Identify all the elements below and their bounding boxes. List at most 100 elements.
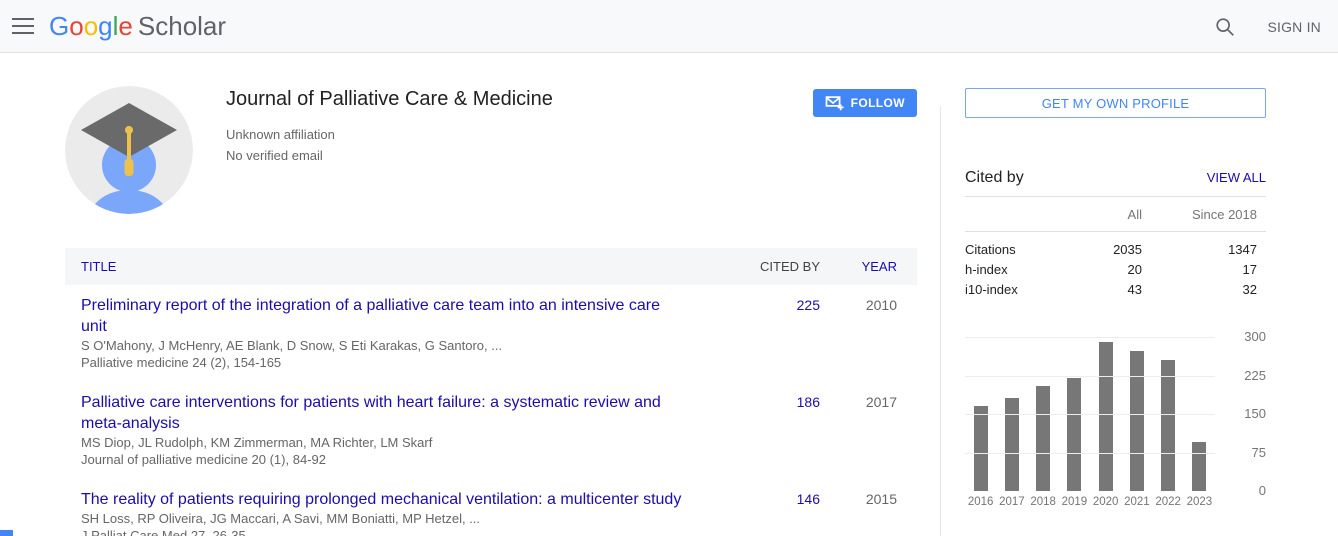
publication-year: 2017: [820, 392, 917, 468]
logo-letter: G: [49, 11, 69, 41]
metric-value-all: 43: [1082, 280, 1142, 300]
avatar[interactable]: [65, 86, 193, 214]
sidebar: GET MY OWN PROFILE Cited by VIEW ALL All…: [965, 86, 1266, 536]
chart-x-tick-label: 2016: [965, 496, 996, 508]
cited-by-count-link[interactable]: 146: [797, 491, 820, 507]
column-header-since-2018: Since 2018: [1142, 207, 1266, 222]
logo-letter: o: [84, 11, 98, 41]
publication-main: Preliminary report of the integration of…: [65, 295, 710, 371]
chart-y-tick-label: 150: [1221, 406, 1266, 422]
publication-year: 2010: [820, 295, 917, 371]
vertical-divider: [940, 106, 941, 536]
column-header-year[interactable]: YEAR: [820, 259, 917, 274]
chart-y-tick-label: 300: [1221, 329, 1266, 345]
cited-by-table-body: Citations20351347h-index2017i10-index433…: [965, 232, 1266, 300]
publication-title-link[interactable]: Preliminary report of the integration of…: [81, 295, 690, 337]
chart-y-tick-label: 0: [1221, 483, 1266, 499]
profile-email-status: No verified email: [226, 145, 813, 166]
follow-button-label: FOLLOW: [851, 96, 905, 110]
google-logo-google: Google: [49, 11, 133, 41]
column-header-title[interactable]: TITLE: [65, 259, 710, 274]
cited-by-count-link[interactable]: 186: [797, 394, 820, 410]
chart-x-tick-label: 2023: [1184, 496, 1215, 508]
logo-letter: g: [98, 11, 112, 41]
publication-authors: MS Diop, JL Rudolph, KM Zimmerman, MA Ri…: [81, 434, 690, 451]
chart-bar-2018[interactable]: [1036, 386, 1050, 491]
metric-label: h-index: [965, 260, 1082, 280]
page-content: Journal of Palliative Care & Medicine Un…: [0, 53, 1338, 536]
profile-header: Journal of Palliative Care & Medicine Un…: [65, 86, 917, 214]
profile-name: Journal of Palliative Care & Medicine: [226, 88, 813, 111]
chart-y-tick-label: 75: [1221, 445, 1266, 461]
chart-y-tick-label: 225: [1221, 368, 1266, 384]
menu-icon[interactable]: [1, 4, 45, 48]
publication-cited-by-cell: 186: [710, 392, 820, 468]
chart-x-tick-label: 2022: [1153, 496, 1184, 508]
publication-authors: S O'Mahony, J McHenry, AE Blank, D Snow,…: [81, 337, 690, 354]
chart-x-tick-label: 2019: [1059, 496, 1090, 508]
profile-column: Journal of Palliative Care & Medicine Un…: [65, 86, 917, 536]
metric-value-since: 17: [1142, 260, 1266, 280]
citations-chart-x-labels: 20162017201820192020202120222023: [965, 496, 1215, 508]
chart-gridline: [965, 376, 1215, 377]
metric-value-all: 2035: [1082, 240, 1142, 260]
metric-label: i10-index: [965, 280, 1082, 300]
chart-x-tick-label: 2020: [1090, 496, 1121, 508]
top-bar: GoogleScholar SIGN IN: [0, 0, 1338, 53]
publication-main: The reality of patients requiring prolon…: [65, 489, 710, 536]
follow-button[interactable]: FOLLOW: [813, 89, 917, 117]
publication-venue: Palliative medicine 24 (2), 154-165: [81, 354, 690, 371]
cited-by-metric-row: i10-index4332: [965, 280, 1266, 300]
publications-list: Preliminary report of the integration of…: [65, 285, 917, 536]
metric-value-since: 32: [1142, 280, 1266, 300]
publications-table-header: TITLE CITED BY YEAR: [65, 248, 917, 285]
cited-by-count-link[interactable]: 225: [797, 297, 820, 313]
chart-x-tick-label: 2017: [996, 496, 1027, 508]
cited-by-metric-row: h-index2017: [965, 260, 1266, 280]
chart-bar-2017[interactable]: [1005, 398, 1019, 491]
follow-envelope-plus-icon: [825, 95, 844, 111]
publication-main: Palliative care interventions for patien…: [65, 392, 710, 468]
scholar-avatar-icon: [65, 86, 193, 214]
column-header-all: All: [1082, 207, 1142, 222]
cited-by-header: Cited by VIEW ALL: [965, 169, 1266, 197]
chart-bar-2022[interactable]: [1161, 360, 1175, 491]
chart-gridline: [965, 453, 1215, 454]
profile-affiliation: Unknown affiliation: [226, 124, 813, 145]
cited-by-section: Cited by VIEW ALL All Since 2018 Citatio…: [965, 169, 1266, 300]
chart-x-tick-label: 2018: [1028, 496, 1059, 508]
publications-section: TITLE CITED BY YEAR Preliminary report o…: [65, 248, 917, 536]
citations-chart: 20162017201820192020202120222023 0 75 150 2…: [965, 337, 1266, 508]
top-bar-right: SIGN IN: [1213, 0, 1321, 53]
logo-letter: o: [69, 11, 83, 41]
logo-letter: e: [118, 11, 132, 41]
chart-bar-2016[interactable]: [974, 406, 988, 491]
metric-label: Citations: [965, 240, 1082, 260]
search-icon[interactable]: [1213, 15, 1237, 39]
publication-title-link[interactable]: The reality of patients requiring prolon…: [81, 489, 690, 510]
chart-bar-2019[interactable]: [1067, 378, 1081, 491]
cited-by-columns: All Since 2018: [965, 197, 1266, 232]
google-scholar-logo[interactable]: GoogleScholar: [49, 11, 226, 42]
chart-x-tick-label: 2021: [1121, 496, 1152, 508]
get-my-own-profile-button[interactable]: GET MY OWN PROFILE: [965, 88, 1266, 118]
publication-cited-by-cell: 146: [710, 489, 820, 536]
publication-title-link[interactable]: Palliative care interventions for patien…: [81, 392, 690, 434]
sign-in-link[interactable]: SIGN IN: [1267, 19, 1321, 35]
view-all-link[interactable]: VIEW ALL: [1207, 170, 1266, 185]
metric-value-since: 1347: [1142, 240, 1266, 260]
publication-cited-by-cell: 225: [710, 295, 820, 371]
chart-bar-2020[interactable]: [1099, 342, 1113, 491]
chart-bar-2021[interactable]: [1130, 351, 1144, 491]
metric-value-all: 20: [1082, 260, 1142, 280]
cited-by-title: Cited by: [965, 169, 1024, 187]
chart-gridline: [965, 337, 1215, 338]
publication-row: The reality of patients requiring prolon…: [65, 479, 917, 536]
chart-bar-2023[interactable]: [1192, 442, 1206, 491]
citations-chart-plot: [965, 337, 1215, 491]
column-header-cited-by[interactable]: CITED BY: [710, 259, 820, 274]
publication-authors: SH Loss, RP Oliveira, JG Maccari, A Savi…: [81, 510, 690, 527]
publication-row: Preliminary report of the integration of…: [65, 285, 917, 382]
publication-row: Palliative care interventions for patien…: [65, 382, 917, 479]
publication-venue: Journal of palliative medicine 20 (1), 8…: [81, 451, 690, 468]
